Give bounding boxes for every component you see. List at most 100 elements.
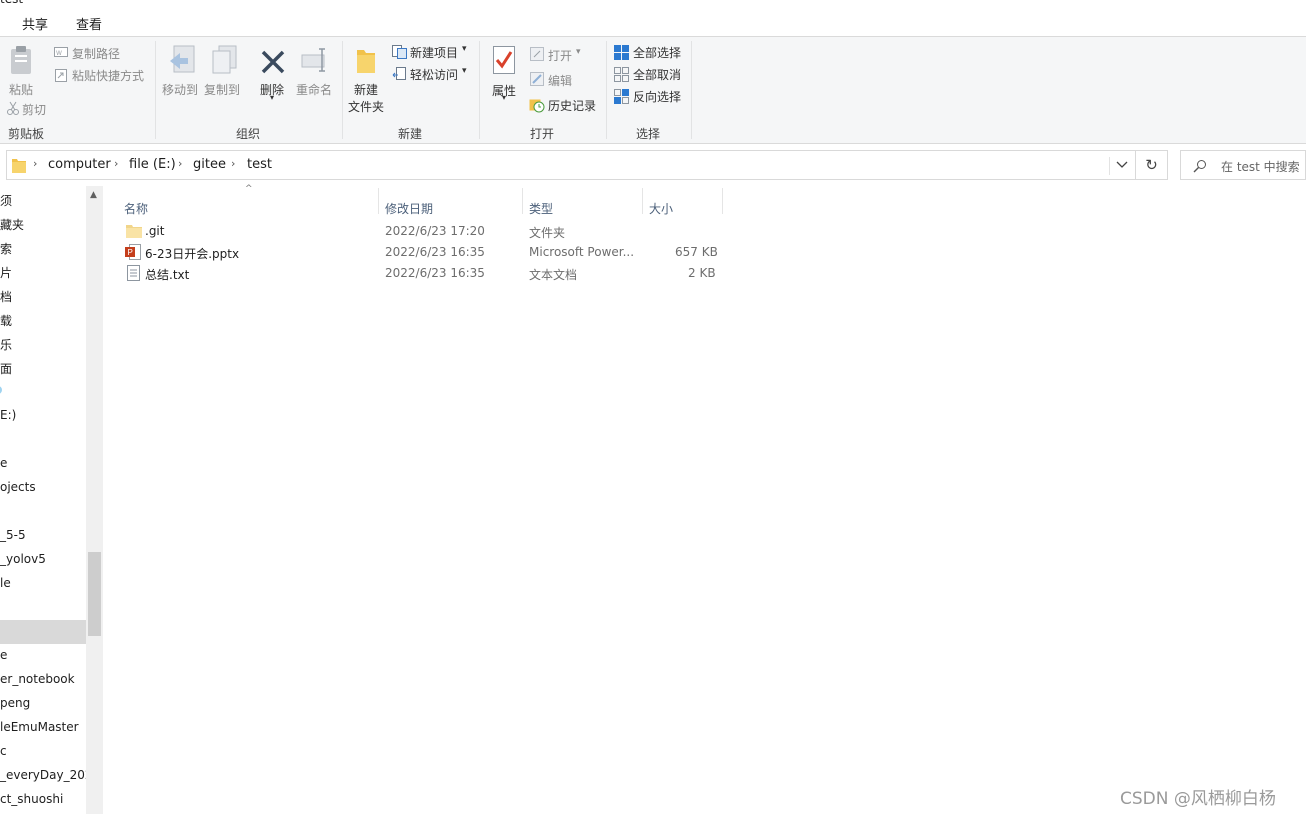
open-dropdown-icon[interactable]: ▾	[576, 47, 581, 57]
easy-access-icon	[392, 67, 406, 80]
svg-text:P: P	[128, 248, 133, 257]
history-icon	[529, 99, 545, 113]
nav-item[interactable]: e	[0, 456, 7, 470]
nav-item[interactable]: peng	[0, 696, 30, 710]
nav-item[interactable]: 乐	[0, 336, 12, 353]
invert-selection-icon	[614, 89, 629, 104]
select-all-button[interactable]: 全部选择	[633, 44, 681, 61]
copy-to-icon	[212, 45, 237, 74]
cut-button[interactable]: 剪切	[22, 101, 46, 118]
nav-scrollbar[interactable]: ▲	[86, 186, 103, 814]
nav-item[interactable]: 档	[0, 288, 12, 305]
column-divider[interactable]	[642, 188, 643, 214]
file-type: Microsoft Power...	[529, 245, 635, 259]
tab-view[interactable]: 查看	[76, 14, 102, 33]
search-box[interactable]: 在 test 中搜索	[1180, 150, 1306, 180]
select-group-label: 选择	[636, 127, 661, 141]
edit-icon	[530, 72, 544, 86]
edit-button[interactable]: 编辑	[548, 72, 572, 89]
properties-dropdown-icon[interactable]: ▾	[502, 93, 506, 102]
nav-item[interactable]: c	[0, 744, 7, 758]
paste-shortcut-icon	[55, 69, 67, 82]
select-none-icon	[614, 67, 629, 82]
new-folder-line1[interactable]: 新建	[354, 81, 378, 98]
column-divider[interactable]	[722, 188, 723, 214]
nav-item[interactable]: _everyDay_2022	[0, 768, 86, 782]
group-divider	[691, 41, 692, 139]
scrollbar-thumb[interactable]	[88, 552, 101, 636]
ribbon-tabs: 共享 查看	[0, 8, 1306, 36]
paste-shortcut-button[interactable]: 粘贴快捷方式	[72, 67, 144, 84]
invert-selection-button[interactable]: 反向选择	[633, 88, 681, 105]
new-item-button[interactable]: 新建项目	[410, 44, 458, 61]
column-size-header[interactable]: 大小	[649, 200, 673, 217]
move-to-button[interactable]: 移动到	[162, 81, 198, 98]
file-size: 657 KB	[675, 245, 718, 259]
breadcrumb-chevron-icon[interactable]: ›	[231, 157, 235, 170]
nav-item[interactable]: ct_shuoshi	[0, 792, 63, 806]
open-group-label: 打开	[530, 127, 555, 141]
nav-item[interactable]: leEmuMaster	[0, 720, 79, 734]
clipboard-group-label: 剪贴板	[8, 127, 45, 141]
scroll-up-icon[interactable]: ▲	[90, 190, 97, 200]
delete-dropdown-icon[interactable]: ▾	[270, 93, 274, 102]
new-folder-icon	[357, 50, 375, 73]
file-name[interactable]: .git	[145, 224, 164, 238]
address-bar[interactable]: › computer › file (E:) › gitee › test	[6, 150, 1136, 180]
breadcrumb-test[interactable]: test	[247, 157, 272, 172]
file-type: 文本文档	[529, 268, 578, 282]
column-modified-header[interactable]: 修改日期	[385, 200, 433, 217]
tab-share[interactable]: 共享	[22, 14, 48, 33]
group-divider	[606, 41, 607, 139]
svg-text:W: W	[56, 50, 62, 57]
rename-icon	[301, 48, 325, 72]
nav-selection-highlight	[0, 620, 86, 644]
column-divider[interactable]	[522, 188, 523, 214]
nav-item[interactable]: 载	[0, 312, 12, 329]
copy-to-button[interactable]: 复制到	[204, 81, 240, 98]
nav-item[interactable]: _yolov5	[0, 552, 46, 566]
group-divider	[342, 41, 343, 139]
breadcrumb-gitee[interactable]: gitee	[193, 157, 226, 172]
nav-item[interactable]: 藏夹	[0, 216, 24, 233]
history-button[interactable]: 历史记录	[548, 97, 596, 114]
file-name[interactable]: 总结.txt	[145, 266, 189, 283]
refresh-button[interactable]: ↻	[1136, 150, 1168, 180]
breadcrumb-chevron-icon[interactable]: ›	[114, 157, 118, 170]
nav-item[interactable]: 索	[0, 240, 12, 257]
search-input[interactable]: 在 test 中搜索	[1221, 158, 1300, 175]
nav-item[interactable]: 须	[0, 192, 12, 209]
nav-item[interactable]: 片	[0, 264, 12, 281]
column-type-header[interactable]: 类型	[529, 200, 553, 217]
easy-access-button[interactable]: 轻松访问	[410, 66, 458, 83]
nav-item[interactable]: 面	[0, 360, 12, 377]
watermark: CSDN @风栖柳白杨	[1120, 789, 1276, 809]
breadcrumb-chevron-icon[interactable]: ›	[178, 157, 182, 170]
cut-icon	[7, 101, 19, 115]
easy-access-dropdown-icon[interactable]: ▾	[462, 66, 467, 76]
breadcrumb-drive[interactable]: file (E:)	[129, 157, 176, 172]
nav-item[interactable]: e	[0, 648, 7, 662]
address-dropdown-icon[interactable]	[1116, 161, 1128, 169]
open-button[interactable]: 打开	[548, 47, 572, 64]
file-name[interactable]: 6-23日开会.pptx	[145, 245, 239, 262]
select-none-button[interactable]: 全部取消	[633, 66, 681, 83]
nav-item[interactable]: le	[0, 576, 11, 590]
new-folder-line2[interactable]: 文件夹	[348, 98, 384, 115]
nav-item[interactable]: _5-5	[0, 528, 26, 542]
paste-icon	[11, 46, 31, 74]
paste-button[interactable]: 粘贴	[9, 81, 33, 98]
column-name-header[interactable]: 名称	[124, 200, 148, 217]
nav-item[interactable]: E:)	[0, 408, 16, 422]
new-item-dropdown-icon[interactable]: ▾	[462, 44, 467, 54]
file-type: 文件夹	[529, 226, 566, 240]
nav-item[interactable]: er_notebook	[0, 672, 75, 686]
copy-path-button[interactable]: 复制路径	[72, 45, 120, 62]
nav-expand-icon[interactable]	[0, 384, 4, 396]
nav-item[interactable]: ojects	[0, 480, 36, 494]
rename-button[interactable]: 重命名	[296, 81, 332, 98]
open-icon	[530, 47, 544, 61]
breadcrumb-chevron-icon[interactable]: ›	[33, 157, 37, 170]
breadcrumb-computer[interactable]: computer	[48, 157, 111, 172]
column-divider[interactable]	[378, 188, 379, 214]
